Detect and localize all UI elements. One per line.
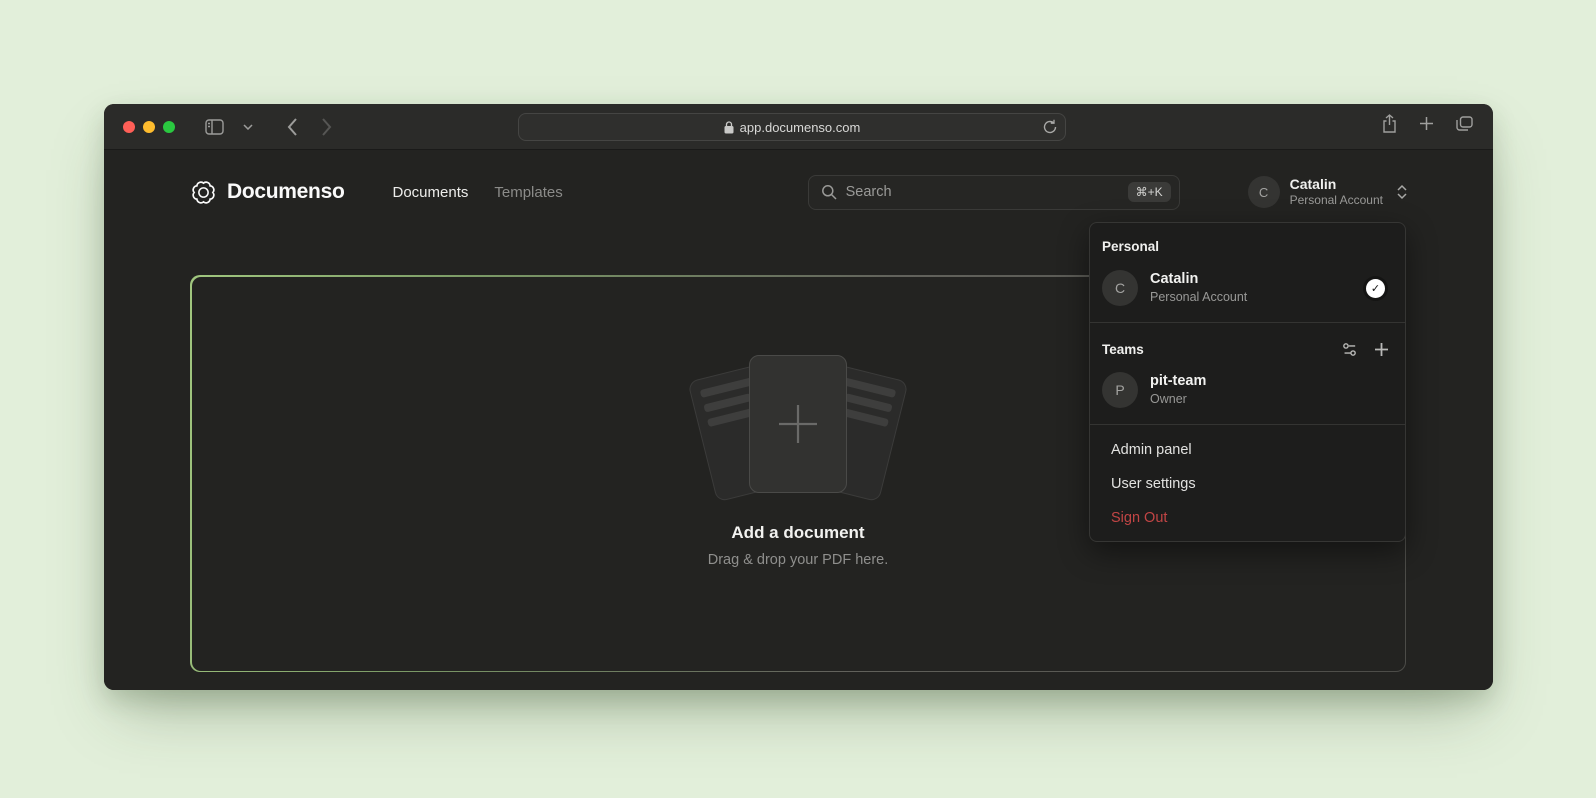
search-icon bbox=[821, 184, 837, 200]
account-dropdown-menu: Personal C Catalin Personal Account ✓ Te… bbox=[1089, 222, 1406, 542]
team-avatar: P bbox=[1102, 372, 1138, 408]
lock-icon bbox=[724, 121, 734, 134]
team-item[interactable]: P pit-team Owner bbox=[1090, 364, 1405, 416]
teams-section-header-row: Teams bbox=[1090, 331, 1405, 364]
menu-item-admin-panel[interactable]: Admin panel bbox=[1090, 433, 1405, 467]
nav-links: Documents Templates bbox=[393, 184, 563, 201]
nav-link-templates[interactable]: Templates bbox=[494, 184, 562, 201]
back-button[interactable] bbox=[279, 114, 305, 140]
user-subtitle: Personal Account bbox=[1290, 193, 1383, 208]
plus-icon bbox=[775, 401, 821, 447]
zoom-window-button[interactable] bbox=[163, 121, 175, 133]
menu-item-user-settings[interactable]: User settings bbox=[1090, 467, 1405, 501]
manage-teams-icon[interactable] bbox=[1341, 341, 1358, 358]
personal-account-name: Catalin bbox=[1150, 270, 1354, 289]
search-bar[interactable]: ⌘+K bbox=[808, 175, 1180, 210]
tab-overview-icon[interactable] bbox=[1456, 116, 1473, 131]
menu-separator bbox=[1090, 322, 1405, 323]
new-tab-icon[interactable] bbox=[1419, 116, 1434, 131]
browser-titlebar: app.documenso.com bbox=[104, 104, 1493, 150]
documenso-logo-icon bbox=[190, 179, 217, 206]
address-bar[interactable]: app.documenso.com bbox=[518, 113, 1066, 141]
minimize-window-button[interactable] bbox=[143, 121, 155, 133]
user-avatar: C bbox=[1248, 176, 1280, 208]
teams-section-header: Teams bbox=[1102, 342, 1144, 357]
chevron-up-down-icon bbox=[1397, 184, 1407, 200]
team-role: Owner bbox=[1150, 391, 1393, 407]
url-text: app.documenso.com bbox=[740, 120, 861, 135]
search-input[interactable] bbox=[846, 184, 1119, 200]
personal-account-item[interactable]: C Catalin Personal Account ✓ bbox=[1090, 262, 1405, 314]
document-stack-icon bbox=[693, 355, 903, 495]
personal-section-header: Personal bbox=[1090, 229, 1405, 262]
dropzone-subtitle: Drag & drop your PDF here. bbox=[708, 552, 889, 568]
menu-separator bbox=[1090, 424, 1405, 425]
reload-icon[interactable] bbox=[1043, 119, 1057, 135]
forward-button[interactable] bbox=[313, 114, 339, 140]
menu-item-sign-out[interactable]: Sign Out bbox=[1090, 501, 1405, 535]
add-document-card bbox=[749, 355, 847, 493]
selected-check-icon: ✓ bbox=[1366, 279, 1385, 298]
search-shortcut-badge: ⌘+K bbox=[1128, 182, 1171, 202]
create-team-icon[interactable] bbox=[1374, 342, 1389, 357]
user-name: Catalin bbox=[1290, 176, 1383, 194]
user-menu-button[interactable]: C Catalin Personal Account bbox=[1248, 176, 1407, 209]
brand[interactable]: Documenso bbox=[190, 179, 345, 206]
window-controls bbox=[123, 121, 175, 133]
personal-account-avatar: C bbox=[1102, 270, 1138, 306]
sidebar-toggle-icon[interactable] bbox=[201, 114, 227, 140]
documenso-app: Documenso Documents Templates ⌘+K C bbox=[104, 150, 1493, 690]
team-name: pit-team bbox=[1150, 372, 1393, 391]
personal-account-subtitle: Personal Account bbox=[1150, 289, 1354, 305]
close-window-button[interactable] bbox=[123, 121, 135, 133]
dropzone-title: Add a document bbox=[731, 523, 864, 543]
share-icon[interactable] bbox=[1382, 114, 1397, 133]
nav-link-documents[interactable]: Documents bbox=[393, 184, 469, 201]
browser-window: app.documenso.com bbox=[104, 104, 1493, 690]
brand-name: Documenso bbox=[227, 180, 345, 204]
chevron-down-icon[interactable] bbox=[235, 114, 261, 140]
